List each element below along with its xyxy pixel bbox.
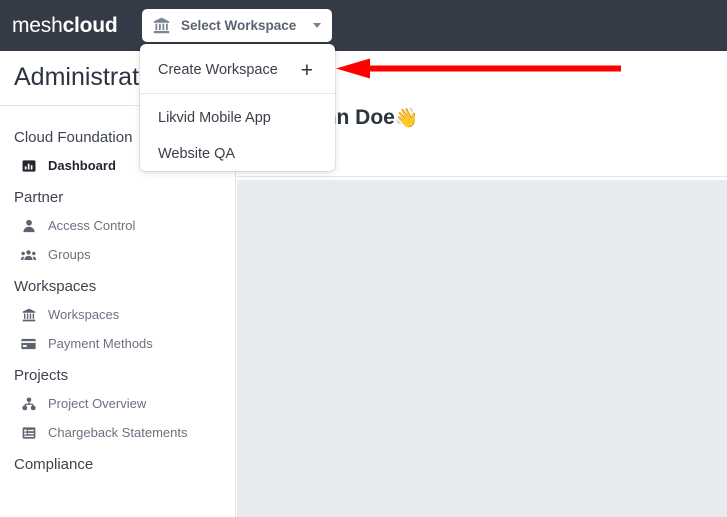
dropdown-divider (140, 93, 335, 94)
sidebar-item-payment-methods[interactable]: Payment Methods (0, 329, 235, 358)
sidebar-section-compliance: Compliance (14, 456, 94, 473)
plus-icon: + (300, 58, 313, 82)
dropdown-item-label: Website QA (158, 146, 236, 162)
sidebar-item-access-control[interactable]: Access Control (0, 211, 235, 240)
dropdown-item-create-workspace[interactable]: Create Workspace + (140, 52, 335, 88)
chevron-down-icon (313, 23, 321, 28)
logo-secondary-text: cloud (62, 13, 118, 37)
sidebar-item-label: Project Overview (48, 396, 147, 411)
sidebar-item-project-overview[interactable]: Project Overview (0, 389, 235, 418)
bank-icon (21, 307, 36, 322)
user-icon (21, 218, 36, 233)
dropdown-item-website-qa[interactable]: Website QA (140, 136, 335, 172)
sidebar-item-label: Payment Methods (48, 336, 153, 351)
credit-card-icon (21, 336, 36, 351)
dropdown-item-likvid-mobile-app[interactable]: Likvid Mobile App (140, 100, 335, 136)
workspace-selector-label: Select Workspace (181, 18, 297, 33)
workspace-selector-button[interactable]: Select Workspace (142, 9, 332, 42)
sidebar-item-workspaces[interactable]: Workspaces (0, 300, 235, 329)
sidebar-section-projects: Projects (14, 367, 69, 384)
sidebar-item-groups[interactable]: Groups (0, 240, 235, 269)
logo-primary-text: mesh (12, 13, 63, 37)
waving-hand-icon: 👋 (394, 108, 419, 129)
project-nodes-icon (21, 396, 36, 411)
list-table-icon (21, 425, 36, 440)
dropdown-item-label: Likvid Mobile App (158, 110, 271, 126)
content-divider (237, 176, 727, 177)
dropdown-item-label: Create Workspace (158, 62, 278, 78)
sidebar-item-label: Groups (48, 247, 91, 262)
bank-icon (153, 17, 170, 34)
sidebar-item-label: Dashboard (48, 158, 116, 173)
sidebar-item-label: Workspaces (48, 307, 120, 322)
sidebar-item-chargeback-statements[interactable]: Chargeback Statements (0, 418, 235, 447)
chart-bar-icon (21, 158, 36, 173)
sidebar-section-partner: Partner (14, 189, 64, 206)
sidebar-section-workspaces: Workspaces (14, 278, 97, 295)
workspace-dropdown-menu: Create Workspace + Likvid Mobile App Web… (140, 44, 335, 171)
app-root: meshcloud Select Workspace Administratio… (0, 0, 727, 517)
app-logo[interactable]: meshcloud (12, 14, 118, 38)
users-group-icon (21, 247, 36, 262)
sidebar-item-label: Access Control (48, 218, 136, 233)
sidebar-item-label: Chargeback Statements (48, 425, 188, 440)
dashboard-panel (237, 180, 727, 517)
top-bar: meshcloud (0, 0, 727, 51)
